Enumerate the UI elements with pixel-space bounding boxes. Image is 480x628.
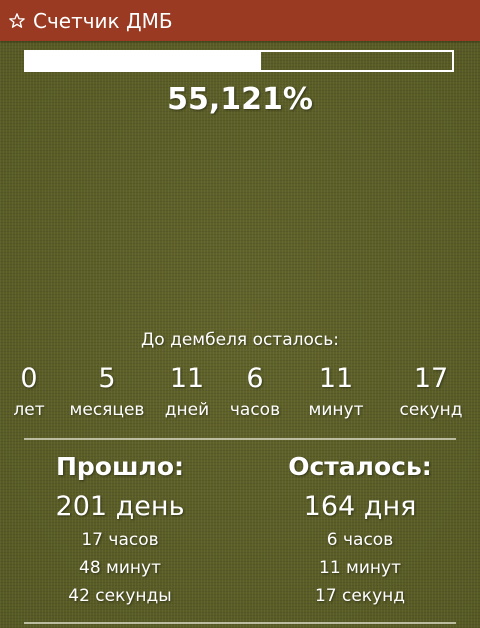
months-label: месяцев [69, 400, 145, 420]
hours-label: часов [229, 400, 281, 420]
remaining-days: 164 дня [303, 491, 417, 522]
passed-column: Прошло: 201 день 17 часов 48 минут 42 се… [0, 450, 240, 610]
countdown-minutes: 11 минут [300, 362, 372, 422]
countdown-months: 5 месяцев [62, 362, 152, 422]
passed-heading: Прошло: [55, 452, 185, 481]
passed-days: 201 день [55, 491, 185, 522]
star-outline-icon [8, 12, 26, 30]
countdown-days: 11 дней [160, 362, 214, 422]
progress-fill [26, 52, 261, 70]
seconds-value: 17 [413, 363, 449, 394]
minutes-value: 11 [318, 363, 354, 394]
years-value: 0 [20, 363, 38, 394]
remaining-minutes: 11 минут [319, 558, 401, 578]
countdown-hours: 6 часов [222, 362, 288, 422]
divider-bottom [24, 622, 456, 624]
progress-percent: 55,121% [167, 82, 313, 117]
days-value: 11 [169, 363, 205, 394]
passed-hours: 17 часов [81, 530, 159, 550]
remaining-column: Осталось: 164 дня 6 часов 11 минут 17 се… [240, 450, 480, 610]
service-progress-bar [24, 50, 454, 72]
remaining-heading: Осталось: [288, 452, 432, 481]
countdown-label: До дембеля осталось: [141, 330, 339, 350]
hours-value: 6 [246, 363, 264, 394]
passed-seconds: 42 секунды [68, 586, 172, 606]
minutes-label: минут [308, 400, 364, 420]
passed-minutes: 48 минут [79, 558, 161, 578]
remaining-hours: 6 часов [326, 530, 394, 550]
app-bar: Счетчик ДМБ [0, 0, 480, 41]
remaining-seconds: 17 секунд [314, 586, 406, 606]
countdown-years: 0 лет [8, 362, 50, 422]
seconds-label: секунд [399, 400, 463, 420]
years-label: лет [13, 400, 45, 420]
divider-top [24, 438, 456, 440]
app-title: Счетчик ДМБ [33, 8, 173, 33]
days-label: дней [164, 400, 210, 420]
countdown-seconds: 17 секунд [392, 362, 470, 422]
months-value: 5 [98, 363, 116, 394]
